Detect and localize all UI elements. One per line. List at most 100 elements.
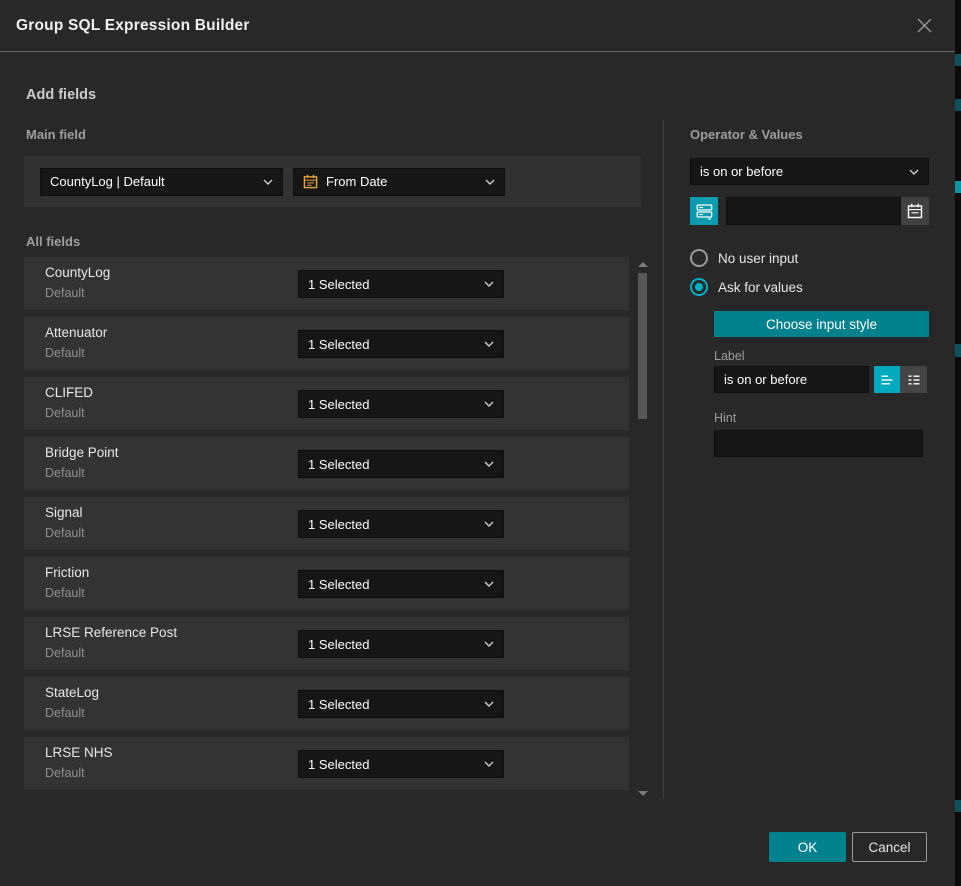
- field-selected-value: 1 Selected: [308, 757, 369, 772]
- field-row: Attenuator Default 1 Selected: [24, 317, 629, 370]
- field-row: StateLog Default 1 Selected: [24, 677, 629, 730]
- field-name: CLIFED: [45, 385, 93, 400]
- value-type-button[interactable]: [690, 197, 718, 225]
- field-subtitle: Default: [45, 466, 85, 480]
- field-selected-dropdown[interactable]: 1 Selected: [298, 690, 504, 718]
- cancel-button[interactable]: Cancel: [852, 832, 927, 862]
- field-selected-value: 1 Selected: [308, 337, 369, 352]
- main-field-label: Main field: [26, 127, 86, 142]
- field-selected-value: 1 Selected: [308, 517, 369, 532]
- calendar-picker-button[interactable]: [901, 197, 929, 225]
- scrollbar-up-arrow-icon[interactable]: [638, 262, 648, 267]
- hint-input[interactable]: [714, 430, 923, 457]
- field-name: CountyLog: [45, 265, 110, 280]
- field-row: CLIFED Default 1 Selected: [24, 377, 629, 430]
- chevron-down-icon: [478, 461, 494, 467]
- field-selected-dropdown[interactable]: 1 Selected: [298, 630, 504, 658]
- label-input[interactable]: [714, 366, 869, 393]
- main-field-field-dropdown-value: From Date: [326, 174, 387, 189]
- field-name: Friction: [45, 565, 89, 580]
- field-selected-dropdown[interactable]: 1 Selected: [298, 510, 504, 538]
- ask-for-values-option[interactable]: Ask for values: [690, 278, 929, 296]
- chevron-down-icon: [478, 521, 494, 527]
- close-button[interactable]: [914, 15, 935, 36]
- field-subtitle: Default: [45, 586, 85, 600]
- field-subtitle: Default: [45, 766, 85, 780]
- input-style-section: Choose input style Label: [714, 296, 929, 457]
- chevron-down-icon: [478, 341, 494, 347]
- chevron-down-icon: [479, 179, 495, 185]
- scrollbar-down-arrow-icon[interactable]: [638, 791, 648, 796]
- no-user-input-option[interactable]: No user input: [690, 249, 929, 267]
- chevron-down-icon: [903, 169, 919, 175]
- value-row: [690, 197, 929, 225]
- no-user-input-label: No user input: [718, 251, 798, 266]
- operator-values-panel: Operator & Values is on or before: [690, 120, 929, 457]
- operator-dropdown-value: is on or before: [700, 164, 783, 179]
- field-subtitle: Default: [45, 286, 85, 300]
- field-name: LRSE Reference Post: [45, 625, 177, 640]
- hint-caption: Hint: [714, 411, 929, 425]
- field-subtitle: Default: [45, 706, 85, 720]
- dialog-title: Group SQL Expression Builder: [16, 17, 250, 35]
- chevron-down-icon: [478, 581, 494, 587]
- operator-dropdown[interactable]: is on or before: [690, 158, 929, 185]
- field-selected-dropdown[interactable]: 1 Selected: [298, 390, 504, 418]
- field-name: Bridge Point: [45, 445, 119, 460]
- value-input[interactable]: [726, 197, 901, 225]
- field-name: Attenuator: [45, 325, 107, 340]
- chevron-down-icon: [478, 281, 494, 287]
- field-selected-value: 1 Selected: [308, 457, 369, 472]
- ok-button[interactable]: OK: [769, 832, 846, 862]
- background-accent-segment: [955, 99, 961, 111]
- field-subtitle: Default: [45, 646, 85, 660]
- close-icon: [916, 17, 933, 34]
- field-selected-dropdown[interactable]: 1 Selected: [298, 750, 504, 778]
- scrollbar[interactable]: [638, 257, 648, 800]
- main-field-field-dropdown[interactable]: From Date: [293, 168, 505, 196]
- list-style-button[interactable]: [900, 366, 927, 393]
- operator-values-label: Operator & Values: [690, 127, 929, 142]
- background-app-edge: [955, 0, 961, 886]
- calendar-icon: [907, 203, 923, 219]
- field-selected-dropdown[interactable]: 1 Selected: [298, 570, 504, 598]
- field-row: CountyLog Default 1 Selected: [24, 257, 629, 310]
- field-selected-dropdown[interactable]: 1 Selected: [298, 330, 504, 358]
- field-selected-value: 1 Selected: [308, 697, 369, 712]
- radio-unselected-icon: [690, 249, 708, 267]
- field-selected-value: 1 Selected: [308, 397, 369, 412]
- ask-for-values-label: Ask for values: [718, 280, 803, 295]
- field-name: LRSE NHS: [45, 745, 113, 760]
- label-caption: Label: [714, 349, 929, 363]
- field-name: Signal: [45, 505, 83, 520]
- field-selected-value: 1 Selected: [308, 277, 369, 292]
- scrollbar-thumb[interactable]: [638, 273, 647, 419]
- field-rows: CountyLog Default 1 Selected Attenuator …: [24, 257, 648, 790]
- background-accent-segment: [955, 181, 961, 193]
- chevron-down-icon: [478, 701, 494, 707]
- main-field-layer-dropdown[interactable]: CountyLog | Default: [40, 168, 283, 196]
- chevron-down-icon: [478, 761, 494, 767]
- field-subtitle: Default: [45, 406, 85, 420]
- all-fields-list: CountyLog Default 1 Selected Attenuator …: [24, 257, 648, 800]
- main-field-layer-dropdown-value: CountyLog | Default: [50, 174, 165, 189]
- single-line-style-button[interactable]: [874, 366, 900, 393]
- chevron-down-icon: [478, 401, 494, 407]
- chevron-down-icon: [478, 641, 494, 647]
- label-row: [714, 366, 929, 393]
- field-selected-value: 1 Selected: [308, 637, 369, 652]
- align-left-icon: [879, 372, 895, 388]
- field-row: LRSE NHS Default 1 Selected: [24, 737, 629, 790]
- field-selected-value: 1 Selected: [308, 577, 369, 592]
- field-subtitle: Default: [45, 346, 85, 360]
- field-row: Friction Default 1 Selected: [24, 557, 629, 610]
- field-selected-dropdown[interactable]: 1 Selected: [298, 270, 504, 298]
- field-row: LRSE Reference Post Default 1 Selected: [24, 617, 629, 670]
- panel-divider: [663, 120, 664, 799]
- field-row: Bridge Point Default 1 Selected: [24, 437, 629, 490]
- field-selected-dropdown[interactable]: 1 Selected: [298, 450, 504, 478]
- choose-input-style-button[interactable]: Choose input style: [714, 311, 929, 337]
- background-accent-segment: [955, 54, 961, 66]
- field-subtitle: Default: [45, 526, 85, 540]
- calendar-icon: [303, 174, 318, 189]
